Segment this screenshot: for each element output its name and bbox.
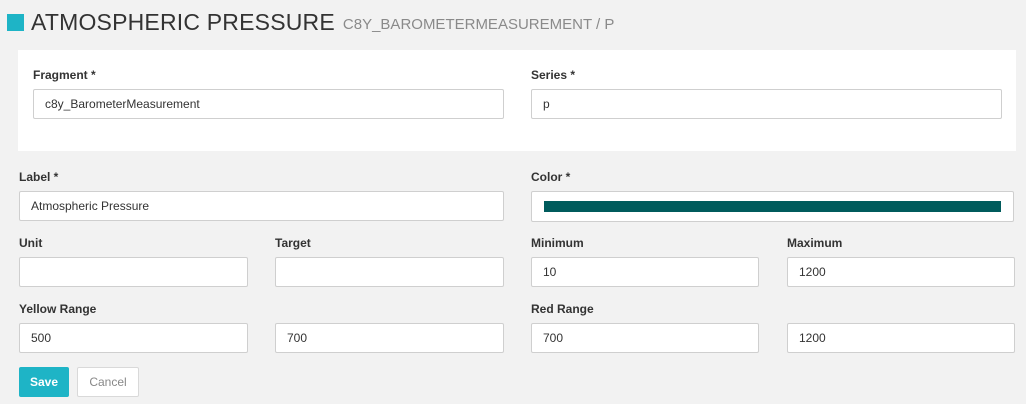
color-field-label: Color * bbox=[531, 170, 571, 184]
unit-input[interactable] bbox=[19, 257, 248, 287]
label-input[interactable] bbox=[19, 191, 504, 221]
save-button[interactable]: Save bbox=[19, 367, 69, 397]
red-range-to-input[interactable] bbox=[787, 323, 1015, 353]
target-label: Target bbox=[275, 236, 311, 250]
red-range-from-input[interactable] bbox=[531, 323, 759, 353]
minimum-input[interactable] bbox=[531, 257, 759, 287]
yellow-range-to-input[interactable] bbox=[275, 323, 504, 353]
series-label: Series * bbox=[531, 68, 576, 82]
fragment-input[interactable] bbox=[33, 89, 504, 119]
red-range-label: Red Range bbox=[531, 302, 594, 316]
maximum-input[interactable] bbox=[787, 257, 1015, 287]
minimum-label: Minimum bbox=[531, 236, 584, 250]
title-color-square bbox=[7, 13, 24, 31]
yellow-range-label: Yellow Range bbox=[19, 302, 97, 316]
series-input[interactable] bbox=[531, 89, 1002, 119]
cancel-button[interactable]: Cancel bbox=[77, 367, 139, 397]
maximum-label: Maximum bbox=[787, 236, 843, 250]
unit-label: Unit bbox=[19, 236, 43, 250]
page-subtitle: C8Y_BAROMETERMEASUREMENT / P bbox=[342, 15, 615, 33]
target-input[interactable] bbox=[275, 257, 504, 287]
color-picker[interactable] bbox=[531, 191, 1014, 222]
page-title: ATMOSPHERIC PRESSURE bbox=[31, 8, 335, 35]
color-swatch bbox=[544, 201, 1001, 212]
yellow-range-from-input[interactable] bbox=[19, 323, 248, 353]
page-header: ATMOSPHERIC PRESSURE C8Y_BAROMETERMEASUR… bbox=[7, 6, 614, 38]
label-field-label: Label * bbox=[19, 170, 59, 184]
fragment-label: Fragment * bbox=[33, 68, 96, 82]
